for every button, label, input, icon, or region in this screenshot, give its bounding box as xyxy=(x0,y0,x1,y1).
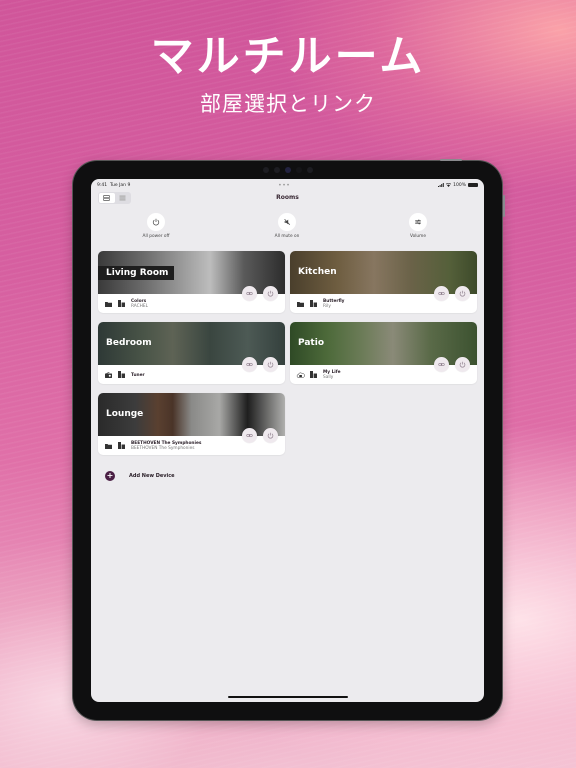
room-card-kitchen[interactable]: Kitchen Butterfly Rily xyxy=(290,251,477,313)
room-power-button[interactable] xyxy=(263,357,278,372)
track-artist: Rily xyxy=(323,304,331,309)
speaker-group-icon xyxy=(310,300,317,307)
status-date: Tue Jan 9 xyxy=(109,182,131,188)
promo-subhead: 部屋選択とリンク xyxy=(200,92,376,116)
speaker-group-icon xyxy=(118,371,125,378)
room-name: Bedroom xyxy=(106,338,152,348)
radio-icon xyxy=(105,372,112,378)
folder-icon xyxy=(105,444,112,449)
camera-bar xyxy=(73,167,502,173)
room-name: Living Room xyxy=(98,266,175,280)
power-icon xyxy=(459,290,466,297)
sensor-dot xyxy=(273,167,280,173)
room-card-living-room[interactable]: Living Room Colors RACHEL xyxy=(98,251,285,313)
room-power-button[interactable] xyxy=(263,428,278,443)
track-artist: BEETHOVEN The Symphonies xyxy=(131,446,195,451)
sensor-dot xyxy=(262,167,269,173)
power-icon xyxy=(267,361,274,368)
room-card-patio[interactable]: Patio My Life Sally xyxy=(290,322,477,384)
link-room-button[interactable] xyxy=(434,286,449,301)
status-time: 9:41 xyxy=(97,182,108,188)
power-off-circle xyxy=(147,213,165,231)
page-title: Rooms xyxy=(276,194,299,201)
track-title: Tuner xyxy=(131,372,145,378)
now-playing: My Life Sally xyxy=(290,365,477,384)
link-icon xyxy=(246,363,253,366)
signal-icon xyxy=(438,183,444,187)
link-icon xyxy=(438,363,445,366)
room-card-lounge[interactable]: Lounge BEETHOVEN The Symphonies BEETHOVE… xyxy=(98,393,285,455)
power-icon xyxy=(459,361,466,368)
folder-icon xyxy=(297,302,304,307)
sliders-icon xyxy=(415,219,421,225)
home-indicator[interactable] xyxy=(227,696,348,698)
wifi-icon xyxy=(446,183,452,187)
now-playing: Colors RACHEL xyxy=(98,294,285,313)
speaker-group-icon xyxy=(118,300,125,307)
power-icon xyxy=(267,432,274,439)
all-mute-on-button[interactable]: All mute on xyxy=(257,213,317,239)
tablet-frame: 9:41 Tue Jan 9 ••• 100% Rooms All power … xyxy=(73,159,505,720)
power-icon xyxy=(267,290,274,297)
room-name: Patio xyxy=(298,338,324,348)
link-room-button[interactable] xyxy=(242,357,257,372)
toolbar: Rooms xyxy=(91,191,484,205)
sensor-dot xyxy=(295,167,302,173)
camera-lens xyxy=(284,167,291,173)
mute-icon xyxy=(284,218,291,226)
now-playing: Tuner xyxy=(98,365,285,384)
battery-percent: 100% xyxy=(453,182,466,188)
add-new-device-label: Add New Device xyxy=(129,473,175,479)
volume-circle xyxy=(409,213,427,231)
room-card-bedroom[interactable]: Bedroom Tuner xyxy=(98,322,285,384)
track-artist: RACHEL xyxy=(131,304,149,309)
room-power-button[interactable] xyxy=(263,286,278,301)
now-playing: BEETHOVEN The Symphonies BEETHOVEN The S… xyxy=(98,436,285,455)
room-name: Lounge xyxy=(106,409,144,419)
speaker-group-icon xyxy=(118,442,125,449)
app-screen: 9:41 Tue Jan 9 ••• 100% Rooms All power … xyxy=(91,179,484,702)
link-room-button[interactable] xyxy=(242,428,257,443)
quick-actions: All power off All mute on Volume xyxy=(91,213,484,243)
link-icon xyxy=(246,292,253,295)
top-button xyxy=(440,159,462,161)
volume-button[interactable]: Volume xyxy=(388,213,448,239)
link-room-button[interactable] xyxy=(434,357,449,372)
room-power-button[interactable] xyxy=(455,286,470,301)
all-power-off-button[interactable]: All power off xyxy=(126,213,186,239)
room-name: Kitchen xyxy=(298,267,337,277)
mute-circle xyxy=(278,213,296,231)
sensor-dot xyxy=(306,167,313,173)
battery-icon xyxy=(468,183,478,187)
multitask-dots[interactable]: ••• xyxy=(278,182,290,189)
speaker-group-icon xyxy=(310,371,317,378)
status-bar: 9:41 Tue Jan 9 ••• 100% xyxy=(97,181,478,189)
power-icon xyxy=(152,218,160,226)
now-playing: Butterfly Rily xyxy=(290,294,477,313)
link-icon xyxy=(246,434,253,437)
link-room-button[interactable] xyxy=(242,286,257,301)
cloud-radio-icon xyxy=(296,372,305,378)
folder-icon xyxy=(105,302,112,307)
promo-headline: マルチルーム xyxy=(150,32,426,82)
room-power-button[interactable] xyxy=(455,357,470,372)
plus-icon: + xyxy=(105,471,115,481)
all-power-off-label: All power off xyxy=(142,234,170,239)
volume-label: Volume xyxy=(410,234,426,239)
volume-button xyxy=(503,195,505,217)
link-icon xyxy=(438,292,445,295)
track-artist: Sally xyxy=(323,375,334,380)
add-new-device-button[interactable]: + Add New Device xyxy=(105,471,175,481)
all-mute-on-label: All mute on xyxy=(274,234,300,239)
